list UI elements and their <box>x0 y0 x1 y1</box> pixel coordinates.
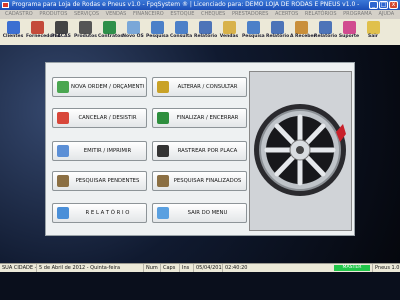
toolbar-clientes[interactable]: Clientes <box>2 20 24 44</box>
exit-menu-icon <box>157 207 169 219</box>
clients-icon <box>6 21 20 34</box>
menu-bar: CADASTRO PRODUTOS SERVIÇOS VENDAS FINANC… <box>0 10 400 19</box>
search-icon <box>246 21 260 34</box>
print-icon <box>57 145 69 157</box>
menu-prestadores[interactable]: PRESTADORES <box>232 11 269 17</box>
alterar-consultar-button[interactable]: ALTERAR / CONSULTAR <box>152 77 247 97</box>
receivable-icon <box>294 21 308 34</box>
status-master-badge: MASTER <box>334 265 370 271</box>
edit-pencil-icon <box>157 81 169 93</box>
menu-servicos[interactable]: SERVIÇOS <box>74 11 99 17</box>
menu-cheques[interactable]: CHEQUES <box>201 11 225 17</box>
search-finished-icon <box>157 175 169 187</box>
consult-icon <box>174 21 188 34</box>
toolbar-contratos[interactable]: Contratos <box>98 20 123 44</box>
menu-acertos[interactable]: ACERTOS <box>275 11 298 17</box>
menu-vendas[interactable]: VENDAS <box>106 11 127 17</box>
toolbar-consulta[interactable]: Consulta <box>170 20 192 44</box>
toolbar-relatorio-vendas[interactable]: Relatório <box>266 20 289 44</box>
relatorio-button[interactable]: R E L A T Ó R I O <box>52 203 147 223</box>
toolbar-placas[interactable]: PLACAS <box>50 20 72 44</box>
menu-financeiro[interactable]: FINANCEIRO <box>133 11 164 17</box>
report-icon <box>318 21 332 34</box>
toolbar: Clientes Fornecedores PLACAS Produtos Co… <box>0 19 400 46</box>
toolbar-produtos[interactable]: Produtos <box>74 20 97 44</box>
toolbar-novo-os[interactable]: Novo OS <box>122 20 144 44</box>
exit-icon <box>366 21 380 34</box>
report-icon <box>198 21 212 34</box>
window-title: Programa para Loja de Rodas e Pneus v1.0… <box>12 1 360 8</box>
close-button[interactable]: x <box>389 1 398 9</box>
toolbar-pesquisa-os[interactable]: Pesquisa <box>146 20 169 44</box>
sales-icon <box>222 21 236 34</box>
cancelar-button[interactable]: CANCELAR / DESISTIR <box>52 108 147 128</box>
pesquisar-pendentes-button[interactable]: PESQUISAR PENDENTES <box>52 171 147 191</box>
toolbar-sair[interactable]: Sair <box>362 20 384 44</box>
minimize-button[interactable]: _ <box>369 1 378 9</box>
taskbar-area <box>0 272 400 300</box>
new-os-icon <box>126 21 140 34</box>
maximize-button[interactable]: □ <box>379 1 388 9</box>
toolbar-vendas[interactable]: Vendas <box>218 20 240 44</box>
wheel-rim-icon <box>250 72 351 230</box>
cancel-icon <box>57 112 69 124</box>
nova-ordem-button[interactable]: NOVA ORDEM / ORÇAMENTO <box>52 77 147 97</box>
pesquisar-finalizados-button[interactable]: PESQUISAR FINALIZADOS <box>152 171 247 191</box>
report-icon <box>57 207 69 219</box>
support-icon <box>342 21 356 34</box>
toolbar-relatorio-os[interactable]: Relatório <box>194 20 217 44</box>
title-bar: Programa para Loja de Rodas e Pneus v1.0… <box>0 0 400 10</box>
report-icon <box>270 21 284 34</box>
app-icon <box>2 2 9 8</box>
menu-cadastro[interactable]: CADASTRO <box>5 11 33 17</box>
menu-produtos[interactable]: PRODUTOS <box>39 11 67 17</box>
toolbar-fornecedores[interactable]: Fornecedores <box>26 20 60 44</box>
new-order-icon <box>57 81 69 93</box>
menu-estoque[interactable]: ESTOQUE <box>170 11 194 17</box>
plate-icon <box>157 145 169 157</box>
rastrear-placa-button[interactable]: RASTREAR POR PLACA <box>152 141 247 161</box>
menu-ajuda[interactable]: AJUDA <box>378 11 394 17</box>
toolbar-pesquisa-vendas[interactable]: Pesquisa <box>242 20 265 44</box>
tire-icon <box>54 21 68 34</box>
toolbar-a-receber[interactable]: A Receber <box>290 20 316 44</box>
sair-menu-button[interactable]: SAIR DO MENU <box>152 203 247 223</box>
menu-relatorios[interactable]: RELATÓRIOS <box>305 11 337 17</box>
finalize-check-icon <box>157 112 169 124</box>
suppliers-icon <box>30 21 44 34</box>
emitir-imprimir-button[interactable]: EMITIR / IMPRIMIR <box>52 141 147 161</box>
products-icon <box>78 21 92 34</box>
contracts-icon <box>102 21 116 34</box>
finalizar-button[interactable]: FINALIZAR / ENCERRAR <box>152 108 247 128</box>
toolbar-relatorio-receber[interactable]: Relatório <box>314 20 337 44</box>
wheel-image <box>249 71 352 231</box>
menu-programa[interactable]: PROGRAMA <box>343 11 372 17</box>
search-icon <box>150 21 164 34</box>
toolbar-suporte[interactable]: Suporte <box>338 20 360 44</box>
search-pending-icon <box>57 175 69 187</box>
